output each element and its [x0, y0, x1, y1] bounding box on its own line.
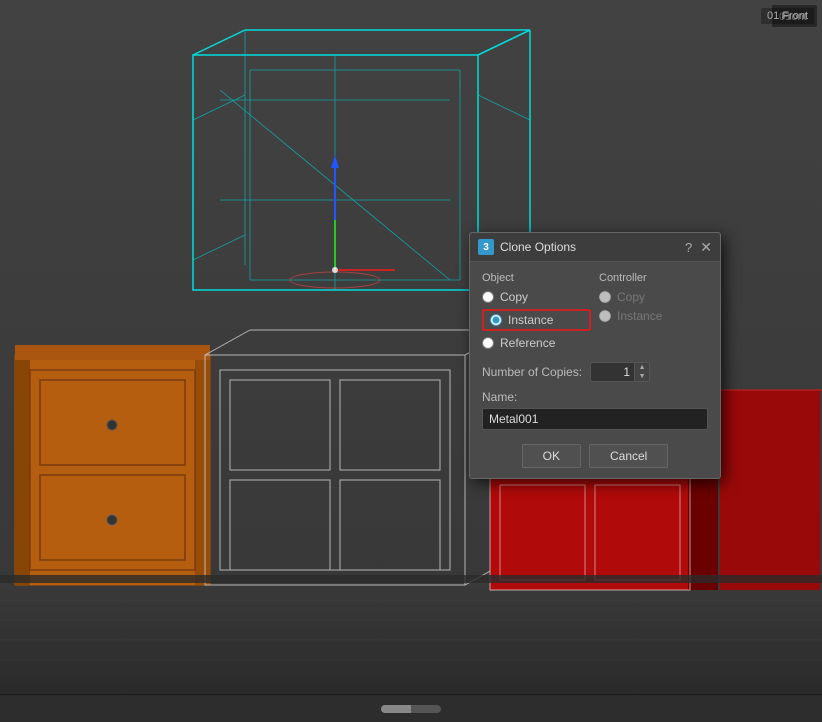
copy-radio[interactable]: [482, 291, 494, 303]
ok-button[interactable]: OK: [522, 444, 581, 468]
ctrl-instance-radio: [599, 310, 611, 322]
dialog-columns: Object Copy Instance: [482, 272, 708, 350]
copy-option[interactable]: Copy: [482, 290, 591, 304]
viewport: Front 01 01 Front 3 Clone Options ? ✕: [0, 0, 822, 722]
ctrl-instance-option[interactable]: Instance: [599, 309, 708, 323]
controller-radio-group: Copy Instance: [599, 290, 708, 323]
controller-column: Controller Copy Instance: [599, 272, 708, 350]
clone-options-dialog: 3 Clone Options ? ✕ Object: [469, 232, 721, 479]
dialog-icon: 3: [478, 239, 494, 255]
progress-indicator: [381, 705, 441, 713]
copy-label: Copy: [500, 290, 528, 304]
reference-option[interactable]: Reference: [482, 336, 591, 350]
cancel-button[interactable]: Cancel: [589, 444, 668, 468]
ctrl-copy-radio: [599, 291, 611, 303]
dialog-title: Clone Options: [500, 240, 576, 254]
copies-spin-control[interactable]: 1 ▲ ▼: [590, 362, 650, 382]
ctrl-instance-label: Instance: [617, 309, 662, 323]
spin-down-arrow[interactable]: ▼: [635, 372, 649, 381]
dialog-body: Object Copy Instance: [470, 262, 720, 478]
name-section: Name:: [482, 390, 708, 430]
instance-radio[interactable]: [490, 314, 502, 326]
reference-label: Reference: [500, 336, 555, 350]
dialog-title-left: 3 Clone Options: [478, 239, 576, 255]
name-input[interactable]: [482, 408, 708, 430]
copies-input[interactable]: 1: [590, 362, 635, 382]
dialog-buttons: OK Cancel: [482, 440, 708, 468]
viewport-label: 01 Front: [761, 8, 814, 24]
copies-row: Number of Copies: 1 ▲ ▼: [482, 362, 708, 382]
instance-label: Instance: [508, 313, 553, 327]
spin-up-arrow[interactable]: ▲: [635, 363, 649, 372]
name-label: Name:: [482, 390, 708, 404]
dialog-titlebar: 3 Clone Options ? ✕: [470, 233, 720, 262]
dialog-help-button[interactable]: ?: [685, 240, 692, 255]
status-bar-center: [381, 705, 441, 713]
progress-fill: [381, 705, 411, 713]
status-bar: [0, 694, 822, 722]
controller-header: Controller: [599, 272, 708, 284]
object-header: Object: [482, 272, 591, 284]
copies-label: Number of Copies:: [482, 365, 582, 379]
dialog-controls: ? ✕: [685, 240, 712, 255]
ctrl-copy-option[interactable]: Copy: [599, 290, 708, 304]
object-column: Object Copy Instance: [482, 272, 591, 350]
instance-option[interactable]: Instance: [482, 309, 591, 331]
dialog-close-button[interactable]: ✕: [700, 240, 712, 254]
spin-arrows: ▲ ▼: [635, 362, 650, 382]
ctrl-copy-label: Copy: [617, 290, 645, 304]
reference-radio[interactable]: [482, 337, 494, 349]
object-radio-group: Copy Instance Reference: [482, 290, 591, 350]
